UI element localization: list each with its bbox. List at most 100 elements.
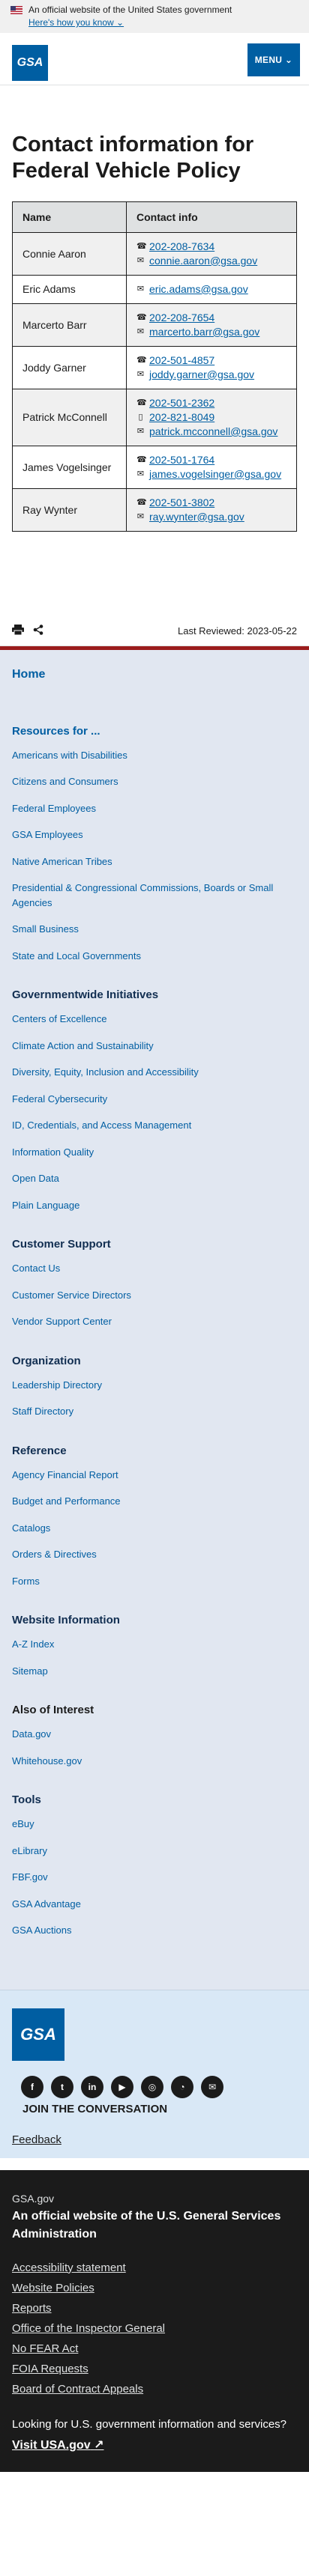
email-link[interactable]: patrick.mcconnell@gsa.gov: [149, 425, 278, 439]
column-header-name: Name: [12, 201, 127, 233]
nav-link[interactable]: eLibrary: [12, 1845, 47, 1856]
identifier-link[interactable]: Board of Contract Appeals: [12, 2383, 143, 2396]
nav-section: Organization Leadership Directory Staff Di…: [12, 1355, 297, 1419]
nav-link[interactable]: eBuy: [12, 1818, 34, 1829]
nav-section: Tools eBuy eLibrary FBF.gov GSA Advantage GSA…: [12, 1793, 297, 1938]
phone-link[interactable]: 202-501-4857: [149, 353, 214, 368]
nav-link[interactable]: Federal Employees: [12, 803, 96, 814]
twitter-icon[interactable]: t: [51, 2075, 74, 2098]
phone-icon: ☎: [136, 241, 147, 251]
nav-link[interactable]: Customer Service Directors: [12, 1289, 131, 1301]
visit-usa-gov-link[interactable]: Visit USA.gov ↗: [12, 2439, 104, 2452]
official-site-text: An official website of the United States…: [28, 4, 232, 15]
phone-link[interactable]: 202-208-7634: [149, 240, 214, 254]
heres-how-you-know-link[interactable]: Here's how you know ⌄: [28, 17, 124, 28]
site-header: GSA MENU ⌄: [0, 33, 309, 85]
social-section: GSA f t in ▶ ◎ ◔ ✉ JOIN THE CONVERSATION Feedb…: [0, 1989, 309, 2158]
nav-home-link[interactable]: Home: [12, 668, 297, 681]
nav-link[interactable]: Climate Action and Sustainability: [12, 1040, 154, 1051]
nav-list-item: GSA Auctions: [12, 1923, 297, 1938]
nav-link[interactable]: Diversity, Equity, Inclusion and Accessi…: [12, 1066, 199, 1078]
identifier-link[interactable]: Website Policies: [12, 2282, 94, 2294]
nav-list-item: Staff Directory: [12, 1404, 297, 1419]
nav-link[interactable]: Native American Tribes: [12, 856, 112, 867]
email-link[interactable]: marcerto.barr@gsa.gov: [149, 325, 260, 339]
nav-list-item: Federal Employees: [12, 801, 297, 816]
nav-link[interactable]: Presidential & Congressional Commissions…: [12, 882, 273, 908]
phone-icon: ☎: [136, 355, 147, 365]
last-reviewed-date: Last Reviewed: 2023-05-22: [178, 625, 297, 637]
nav-list: Americans with Disabilities Citizens and …: [12, 748, 297, 964]
nav-link[interactable]: GSA Auctions: [12, 1925, 72, 1936]
phone-link[interactable]: 202-821-8049: [149, 410, 214, 425]
email-link[interactable]: eric.adams@gsa.gov: [149, 282, 248, 297]
identifier-link[interactable]: Office of the Inspector General: [12, 2322, 165, 2335]
nav-link[interactable]: Whitehouse.gov: [12, 1755, 82, 1767]
identifier-list-item: Office of the Inspector General: [12, 2322, 297, 2335]
share-icon[interactable]: [33, 624, 44, 637]
nav-link[interactable]: Forms: [12, 1576, 40, 1587]
print-icon[interactable]: [12, 624, 24, 637]
nav-link[interactable]: Information Quality: [12, 1146, 94, 1158]
rss-icon[interactable]: ◔: [171, 2075, 194, 2098]
nav-list-item: Orders & Directives: [12, 1547, 297, 1562]
nav-link[interactable]: Staff Directory: [12, 1406, 74, 1417]
nav-link[interactable]: Americans with Disabilities: [12, 750, 128, 761]
nav-link[interactable]: Contact Us: [12, 1263, 60, 1274]
identifier-domain: GSA.gov: [12, 2192, 55, 2205]
nav-link[interactable]: Data.gov: [12, 1728, 51, 1740]
nav-link[interactable]: Leadership Directory: [12, 1379, 102, 1391]
facebook-icon[interactable]: f: [21, 2075, 44, 2098]
nav-link[interactable]: Catalogs: [12, 1522, 50, 1534]
nav-link[interactable]: FBF.gov: [12, 1871, 48, 1883]
nav-link[interactable]: GSA Advantage: [12, 1898, 81, 1910]
menu-button[interactable]: MENU ⌄: [248, 43, 300, 76]
phone-link[interactable]: 202-501-1764: [149, 453, 214, 467]
email-icon[interactable]: ✉: [201, 2075, 224, 2098]
nav-link[interactable]: Citizens and Consumers: [12, 776, 118, 787]
instagram-icon[interactable]: ◎: [141, 2075, 164, 2098]
email-link[interactable]: connie.aaron@gsa.gov: [149, 254, 257, 268]
email-link[interactable]: joddy.garner@gsa.gov: [149, 368, 254, 382]
identifier-link[interactable]: Accessibility statement: [12, 2261, 126, 2274]
nav-link[interactable]: GSA Employees: [12, 829, 83, 840]
nav-list-item: Budget and Performance: [12, 1494, 297, 1509]
identifier-link[interactable]: No FEAR Act: [12, 2342, 78, 2355]
nav-section-heading: Also of Interest: [12, 1704, 94, 1717]
phone-link[interactable]: 202-208-7654: [149, 311, 214, 325]
nav-link[interactable]: Agency Financial Report: [12, 1469, 118, 1480]
phone-icon: ☎: [136, 312, 147, 322]
nav-link[interactable]: Centers of Excellence: [12, 1013, 106, 1024]
nav-list-item: A-Z Index: [12, 1637, 297, 1652]
nav-link[interactable]: Federal Cybersecurity: [12, 1093, 107, 1105]
nav-link[interactable]: State and Local Governments: [12, 950, 141, 962]
page-title: Contact information for Federal Vehicle …: [12, 133, 254, 183]
us-flag-icon: [10, 5, 22, 14]
nav-link[interactable]: ID, Credentials, and Access Management: [12, 1120, 191, 1131]
nav-link[interactable]: A-Z Index: [12, 1638, 54, 1650]
nav-link[interactable]: Open Data: [12, 1173, 59, 1184]
nav-link[interactable]: Plain Language: [12, 1200, 80, 1211]
nav-link[interactable]: Sitemap: [12, 1665, 48, 1677]
nav-list-item: ID, Credentials, and Access Management: [12, 1118, 297, 1133]
nav-link[interactable]: Budget and Performance: [12, 1495, 121, 1507]
identifier-list-item: FOIA Requests: [12, 2363, 297, 2375]
nav-section-heading: Governmentwide Initiatives: [12, 988, 159, 1002]
linkedin-icon[interactable]: in: [81, 2075, 104, 2098]
nav-list-item: Centers of Excellence: [12, 1012, 297, 1027]
nav-link[interactable]: Orders & Directives: [12, 1549, 97, 1560]
youtube-icon[interactable]: ▶: [111, 2075, 134, 2098]
nav-link[interactable]: Vendor Support Center: [12, 1316, 112, 1327]
nav-list: Leadership Directory Staff Directory: [12, 1378, 297, 1419]
email-link[interactable]: ray.wynter@gsa.gov: [149, 510, 244, 524]
feedback-link[interactable]: Feedback: [12, 2133, 62, 2146]
phone-link[interactable]: 202-501-2362: [149, 396, 214, 410]
gsa-star-logo[interactable]: GSA: [12, 2008, 64, 2061]
footer-nav: Home Resources for ... Americans with Dis…: [0, 649, 309, 1990]
email-link[interactable]: james.vogelsinger@gsa.gov: [149, 467, 281, 482]
identifier-link[interactable]: Reports: [12, 2302, 52, 2315]
phone-link[interactable]: 202-501-3802: [149, 496, 214, 510]
gsa-logo[interactable]: GSA: [12, 45, 48, 81]
nav-link[interactable]: Small Business: [12, 923, 79, 935]
identifier-link[interactable]: FOIA Requests: [12, 2363, 88, 2375]
